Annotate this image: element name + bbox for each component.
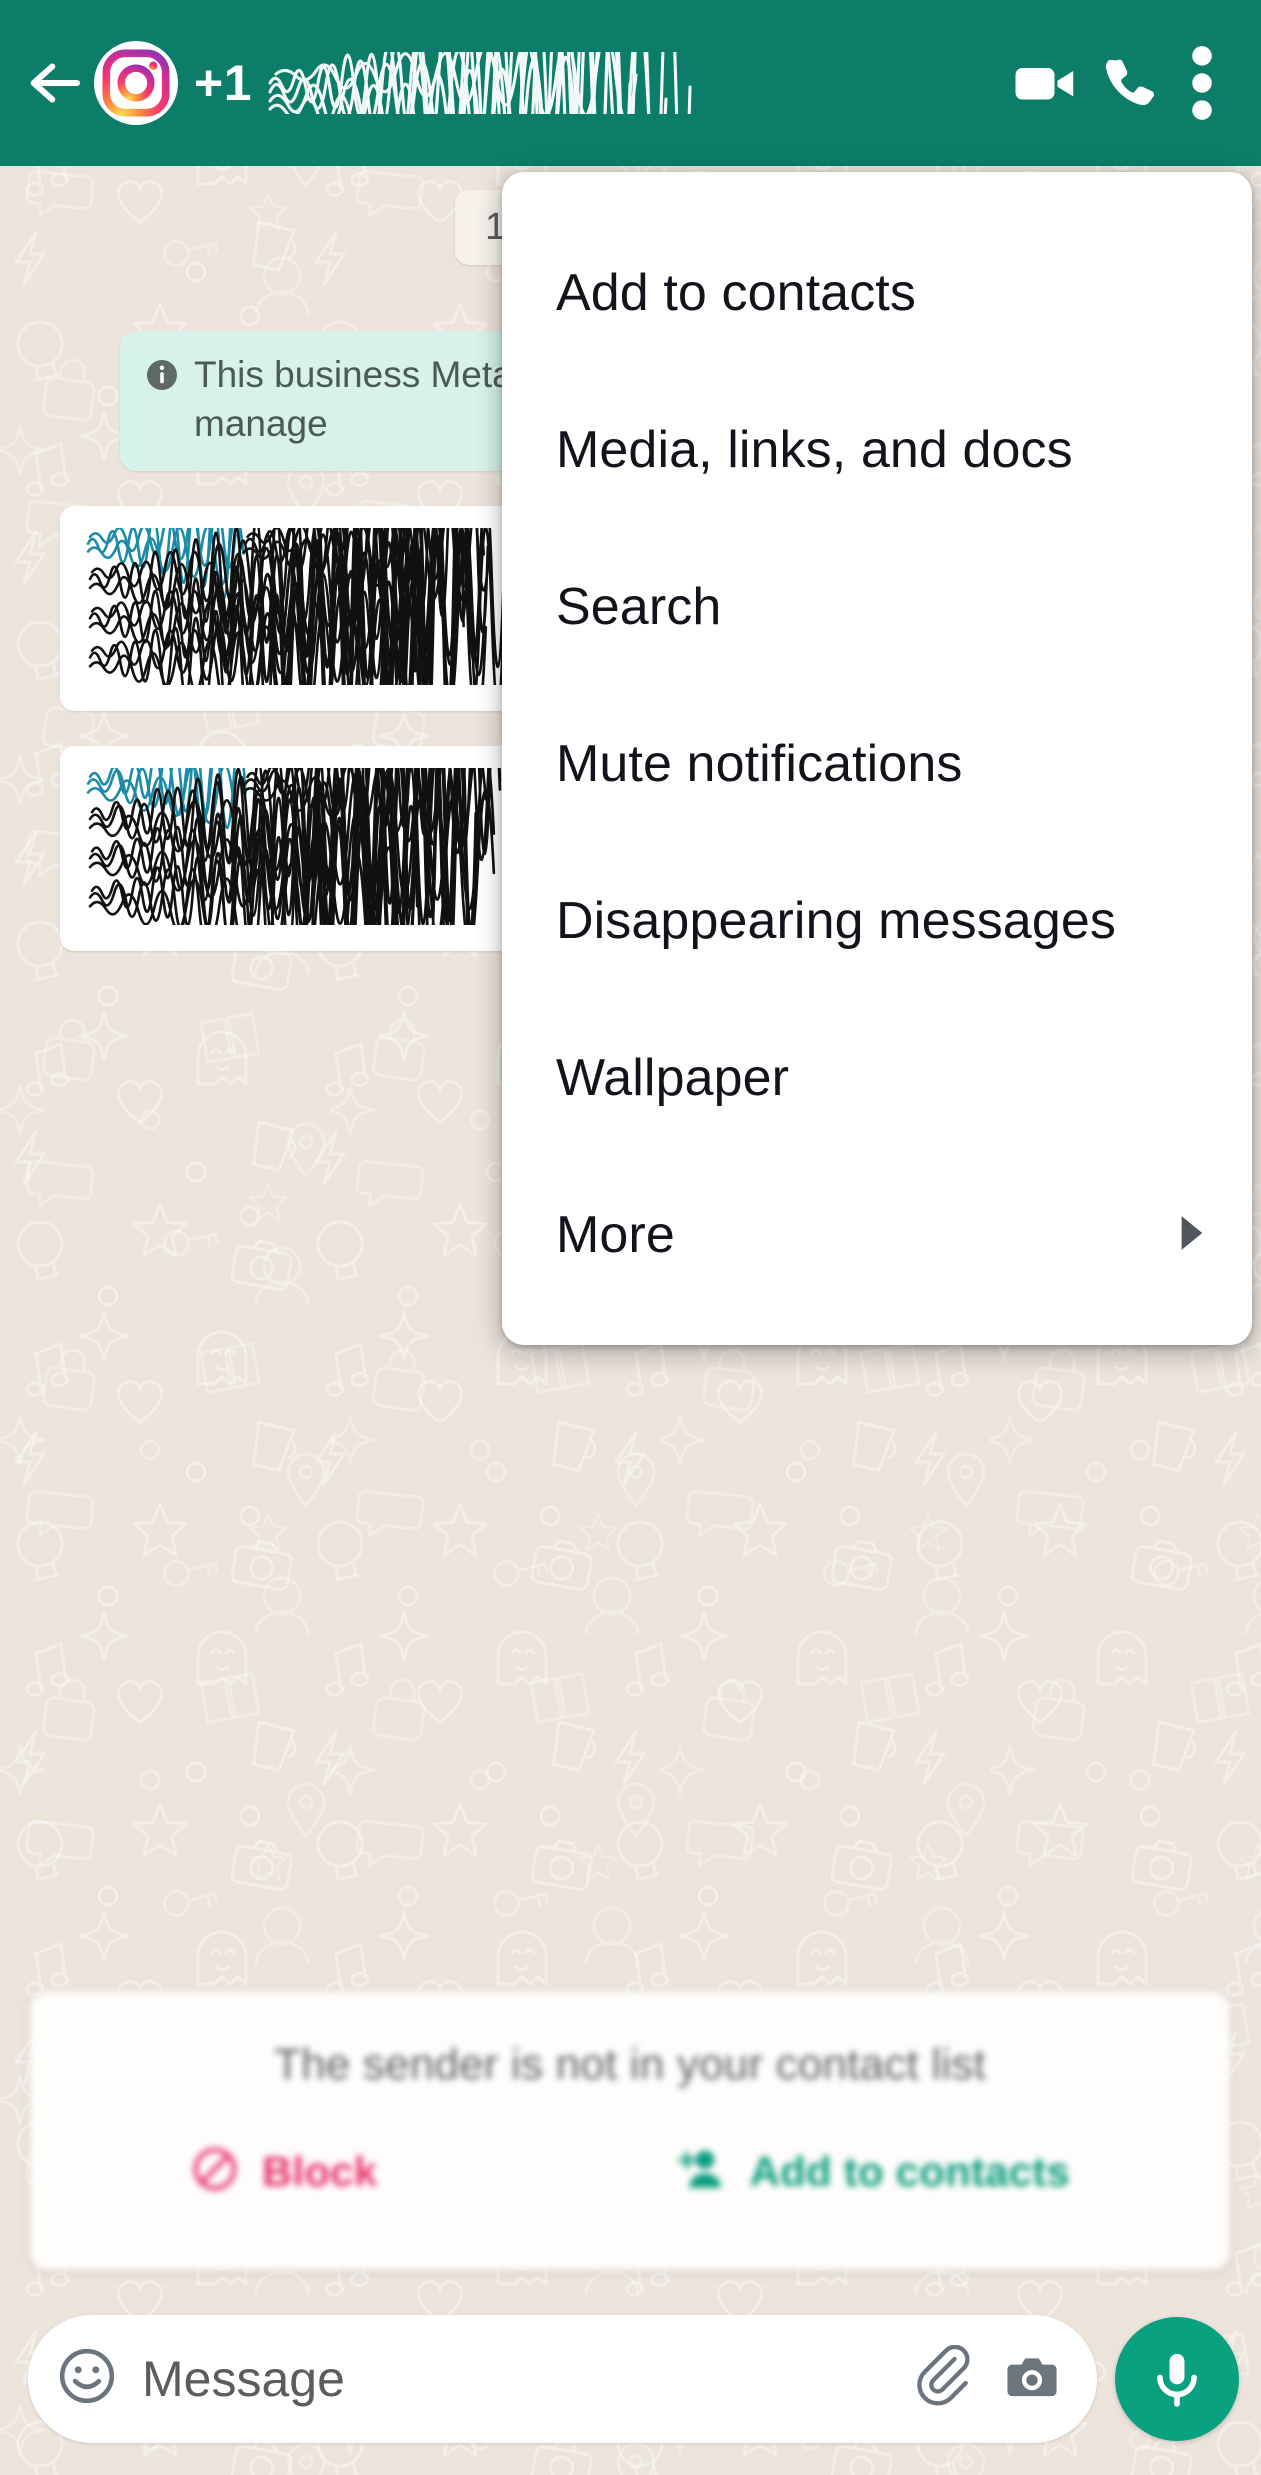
person-add-icon xyxy=(676,2144,728,2199)
overflow-menu-dropdown[interactable]: Add to contacts Media, links, and docs S… xyxy=(502,172,1252,1345)
message-field-container[interactable] xyxy=(28,2314,1097,2443)
menu-item-add-to-contacts[interactable]: Add to contacts xyxy=(502,214,1252,371)
message-bubble-incoming[interactable] xyxy=(60,506,530,711)
emoji-smiley-icon[interactable] xyxy=(56,2345,118,2412)
redacted-phone-number xyxy=(266,52,706,114)
back-arrow-icon[interactable] xyxy=(22,50,88,116)
message-input-bar xyxy=(0,2300,1261,2475)
three-dots-vertical-icon[interactable] xyxy=(1173,44,1231,122)
menu-item-wallpaper[interactable]: Wallpaper xyxy=(502,999,1252,1156)
voice-call-icon[interactable] xyxy=(1089,44,1167,122)
add-to-contacts-label: Add to contacts xyxy=(749,2147,1070,2195)
menu-item-label: Disappearing messages xyxy=(556,891,1116,950)
block-icon xyxy=(190,2144,240,2199)
contact-title[interactable]: +1 xyxy=(194,52,999,114)
menu-item-more[interactable]: More xyxy=(502,1156,1252,1313)
message-input[interactable] xyxy=(142,2349,891,2408)
camera-icon[interactable] xyxy=(1001,2345,1063,2412)
instagram-avatar-icon[interactable] xyxy=(94,41,178,125)
unknown-sender-message: The sender is not in your contact list xyxy=(274,2040,986,2089)
add-to-contacts-button[interactable]: Add to contacts xyxy=(676,2144,1070,2199)
menu-item-search[interactable]: Search xyxy=(502,528,1252,685)
unknown-sender-actions: Block Add to contacts xyxy=(30,2144,1230,2199)
menu-item-label: Add to contacts xyxy=(556,263,916,322)
chat-header: +1 xyxy=(0,0,1261,166)
block-label: Block xyxy=(262,2147,378,2195)
block-button[interactable]: Block xyxy=(190,2144,377,2199)
menu-item-label: Wallpaper xyxy=(556,1048,790,1107)
menu-item-label: Media, links, and docs xyxy=(556,420,1073,479)
menu-item-mute-notifications[interactable]: Mute notifications xyxy=(502,685,1252,842)
video-call-icon[interactable] xyxy=(1005,44,1083,122)
menu-item-label: More xyxy=(556,1205,675,1264)
chevron-right-icon xyxy=(1176,1205,1206,1265)
microphone-icon[interactable] xyxy=(1115,2316,1239,2441)
menu-item-media-links-docs[interactable]: Media, links, and docs xyxy=(502,371,1252,528)
menu-item-label: Search xyxy=(556,577,722,636)
contact-country-code: +1 xyxy=(194,55,253,111)
unknown-sender-card[interactable]: The sender is not in your contact list B… xyxy=(30,1992,1230,2270)
menu-item-label: Mute notifications xyxy=(556,734,963,793)
info-icon xyxy=(144,357,180,406)
message-bubble-incoming[interactable] xyxy=(60,746,530,951)
menu-item-disappearing-messages[interactable]: Disappearing messages xyxy=(502,842,1252,999)
paperclip-icon[interactable] xyxy=(915,2344,977,2412)
